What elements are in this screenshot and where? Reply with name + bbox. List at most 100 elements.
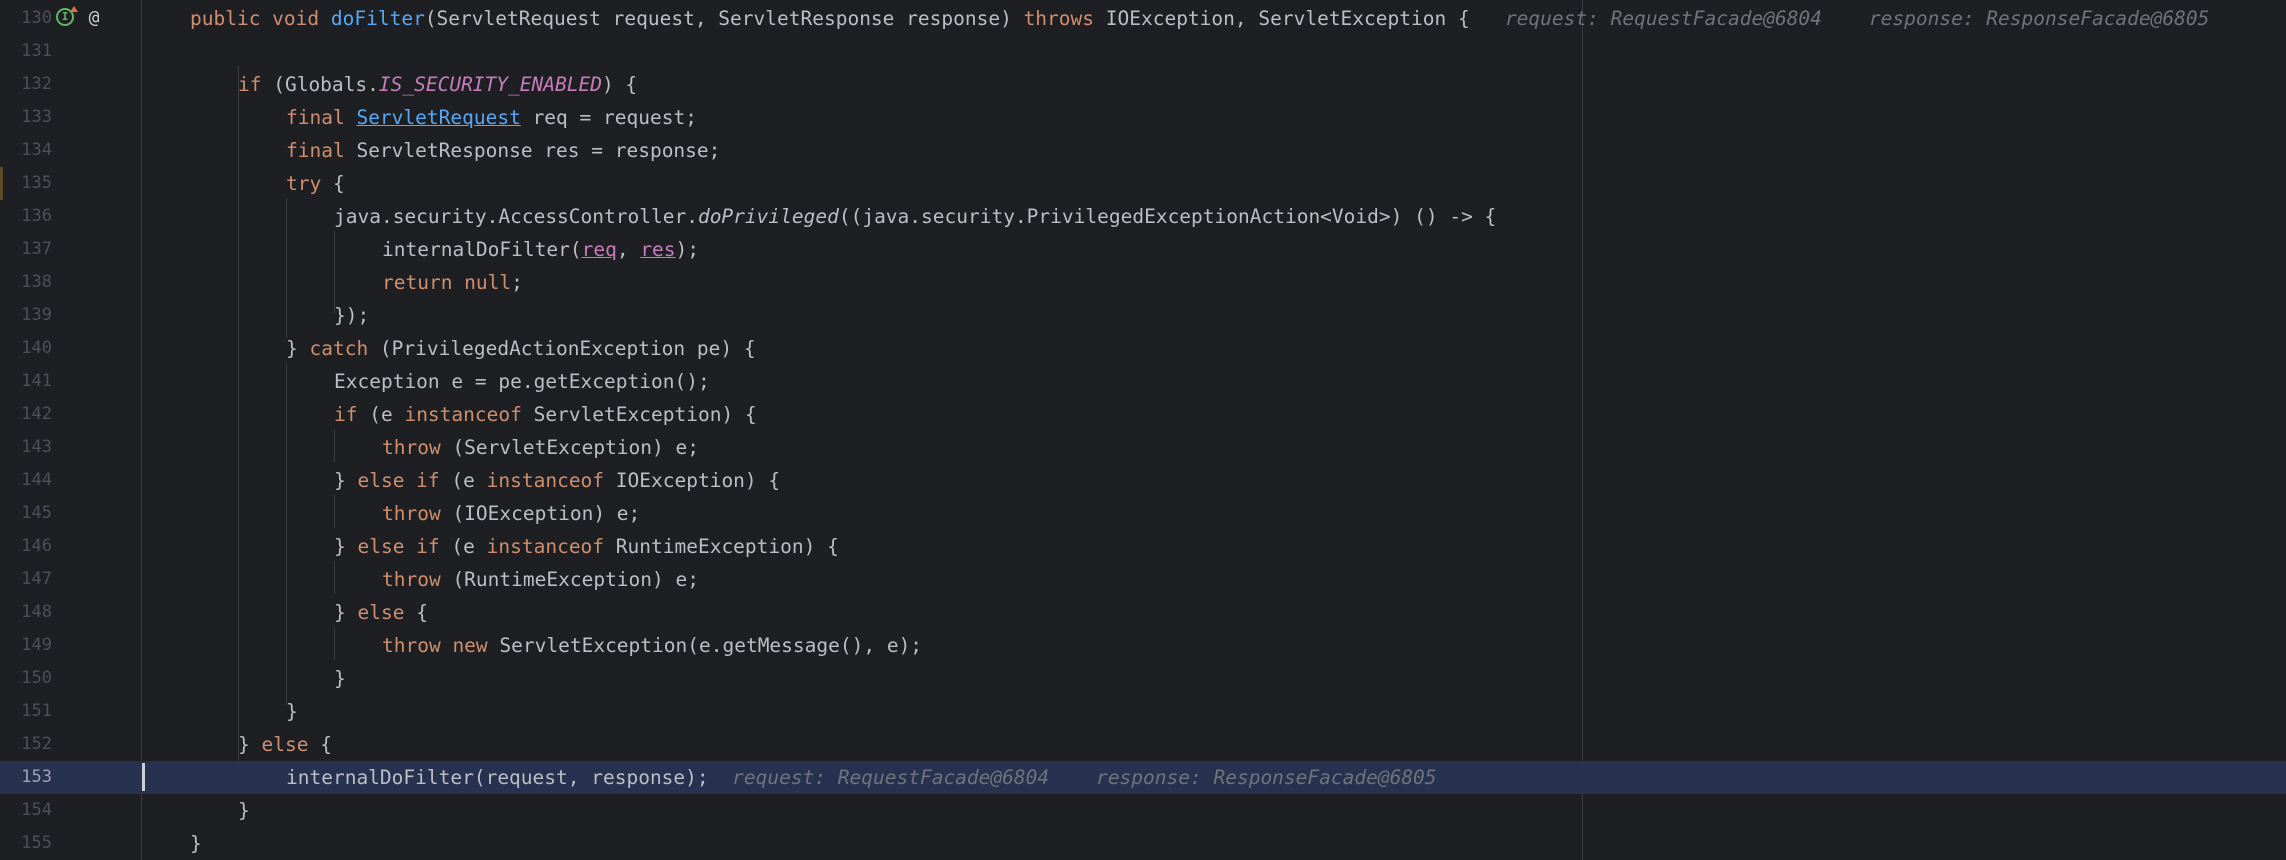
code-row: 141 Exception e = pe.getException(); bbox=[0, 365, 2286, 398]
keyword: else bbox=[261, 733, 309, 756]
code-text: , bbox=[616, 238, 641, 261]
code-text: (e bbox=[439, 535, 487, 558]
code-line: throw (RuntimeException) e; bbox=[382, 563, 699, 596]
inline-debug-value: response: ResponseFacade@6805 bbox=[1868, 7, 2210, 30]
code-text: (RuntimeException) e; bbox=[440, 568, 699, 591]
line-number: 139 bbox=[21, 305, 52, 325]
code-line: internalDoFilter(request, response); req… bbox=[286, 761, 1437, 794]
line-number: 144 bbox=[21, 470, 52, 490]
code-text: ((java.security.PrivilegedExceptionActio… bbox=[838, 205, 1497, 228]
code-row: 140 } catch (PrivilegedActionException p… bbox=[0, 332, 2286, 365]
keyword: instanceof bbox=[486, 469, 605, 492]
code-editor[interactable]: 130 I @ public void doFilter(ServletRequ… bbox=[0, 0, 2286, 860]
text-caret bbox=[142, 763, 145, 791]
code-row: 130 I @ public void doFilter(ServletRequ… bbox=[0, 2, 2286, 35]
code-row: 137 internalDoFilter(req, res); bbox=[0, 233, 2286, 266]
code-text: }); bbox=[334, 304, 370, 327]
code-text: IOException, ServletException { bbox=[1094, 7, 1470, 30]
code-row: 146 } else if (e instanceof RuntimeExcep… bbox=[0, 530, 2286, 563]
code-line: internalDoFilter(req, res); bbox=[382, 233, 699, 266]
code-line: } bbox=[334, 662, 346, 695]
code-row: 148 } else { bbox=[0, 596, 2286, 629]
code-row: 138 return null; bbox=[0, 266, 2286, 299]
code-row: 150 } bbox=[0, 662, 2286, 695]
code-row: 139 }); bbox=[0, 299, 2286, 332]
code-line: } else { bbox=[334, 596, 428, 629]
code-row: 135 try { bbox=[0, 167, 2286, 200]
method-name: doFilter bbox=[330, 7, 425, 30]
keyword: else if bbox=[357, 535, 440, 558]
inline-debug-value: response: ResponseFacade@6805 bbox=[1096, 766, 1437, 789]
code-text: (e bbox=[439, 469, 487, 492]
line-number: 145 bbox=[21, 503, 52, 523]
captured-variable: req bbox=[581, 238, 617, 261]
code-line: throw (IOException) e; bbox=[382, 497, 640, 530]
code-text: Exception e = pe.getException(); bbox=[334, 370, 710, 393]
keyword: throws bbox=[1023, 7, 1095, 30]
line-number: 150 bbox=[21, 668, 52, 688]
code-row: 132 if (Globals.IS_SECURITY_ENABLED) { bbox=[0, 68, 2286, 101]
code-text: ; bbox=[511, 271, 523, 294]
code-text: { bbox=[404, 601, 428, 624]
code-text: (IOException) e; bbox=[440, 502, 641, 525]
line-number: 151 bbox=[21, 701, 52, 721]
code-text: ServletException(e.getMessage(), e); bbox=[487, 634, 923, 657]
code-row: 154 } bbox=[0, 794, 2286, 827]
keyword: throw bbox=[382, 436, 441, 459]
code-text: (ServletException) e; bbox=[440, 436, 699, 459]
code-text: { bbox=[321, 172, 345, 195]
code-line: if (e instanceof ServletException) { bbox=[334, 398, 757, 431]
keyword: if bbox=[334, 403, 358, 426]
keyword: return null bbox=[382, 271, 512, 294]
code-text: RuntimeException) { bbox=[604, 535, 839, 558]
keyword: final bbox=[286, 139, 357, 162]
code-line: Exception e = pe.getException(); bbox=[334, 365, 710, 398]
code-text: ServletResponse res = response; bbox=[356, 139, 721, 162]
constant: IS_SECURITY_ENABLED bbox=[378, 73, 602, 96]
line-number: 143 bbox=[21, 437, 52, 457]
code-line: } bbox=[238, 794, 250, 827]
code-line: public void doFilter(ServletRequest requ… bbox=[190, 2, 2209, 35]
type-link[interactable]: ServletRequest bbox=[356, 106, 520, 129]
code-line: } bbox=[190, 827, 202, 860]
line-number: 133 bbox=[21, 107, 52, 127]
annotation-at-icon[interactable]: @ bbox=[84, 8, 104, 28]
line-number: 138 bbox=[21, 272, 52, 292]
keyword: else bbox=[357, 601, 405, 624]
code-line: } else { bbox=[238, 728, 332, 761]
code-line: throw new ServletException(e.getMessage(… bbox=[382, 629, 922, 662]
code-row: 147 throw (RuntimeException) e; bbox=[0, 563, 2286, 596]
code-text: (e bbox=[357, 403, 405, 426]
code-text: (ServletRequest request, ServletResponse… bbox=[424, 7, 1024, 30]
code-text: } bbox=[190, 832, 202, 855]
code-text: } bbox=[334, 469, 358, 492]
code-text: } bbox=[334, 601, 358, 624]
code-text: ServletException) { bbox=[521, 403, 757, 426]
line-number: 148 bbox=[21, 602, 52, 622]
current-execution-line[interactable]: 153 internalDoFilter(request, response);… bbox=[0, 761, 2286, 794]
code-line: return null; bbox=[382, 266, 523, 299]
code-text: } bbox=[286, 337, 310, 360]
code-row: 134 final ServletResponse res = response… bbox=[0, 134, 2286, 167]
keyword: else if bbox=[357, 469, 440, 492]
code-line: throw (ServletException) e; bbox=[382, 431, 699, 464]
code-line: java.security.AccessController.doPrivile… bbox=[334, 200, 1496, 233]
code-line: final ServletResponse res = response; bbox=[286, 134, 720, 167]
code-text: IOException) { bbox=[604, 469, 781, 492]
static-method: doPrivileged bbox=[697, 205, 839, 228]
code-text: } bbox=[238, 733, 262, 756]
code-line: } bbox=[286, 695, 298, 728]
line-number: 147 bbox=[21, 569, 52, 589]
line-number: 155 bbox=[21, 833, 52, 853]
code-text: } bbox=[334, 667, 346, 690]
code-row: 144 } else if (e instanceof IOException)… bbox=[0, 464, 2286, 497]
line-number: 152 bbox=[21, 734, 52, 754]
inline-debug-value: request: RequestFacade@6804 bbox=[1504, 7, 1822, 30]
code-line: if (Globals.IS_SECURITY_ENABLED) { bbox=[238, 68, 637, 101]
keyword: final bbox=[286, 106, 357, 129]
keyword: if bbox=[238, 73, 262, 96]
override-up-icon[interactable]: I bbox=[56, 6, 78, 26]
inline-debug-value: request: RequestFacade@6804 bbox=[732, 766, 1050, 789]
code-line: try { bbox=[286, 167, 345, 200]
code-line: } else if (e instanceof IOException) { bbox=[334, 464, 780, 497]
